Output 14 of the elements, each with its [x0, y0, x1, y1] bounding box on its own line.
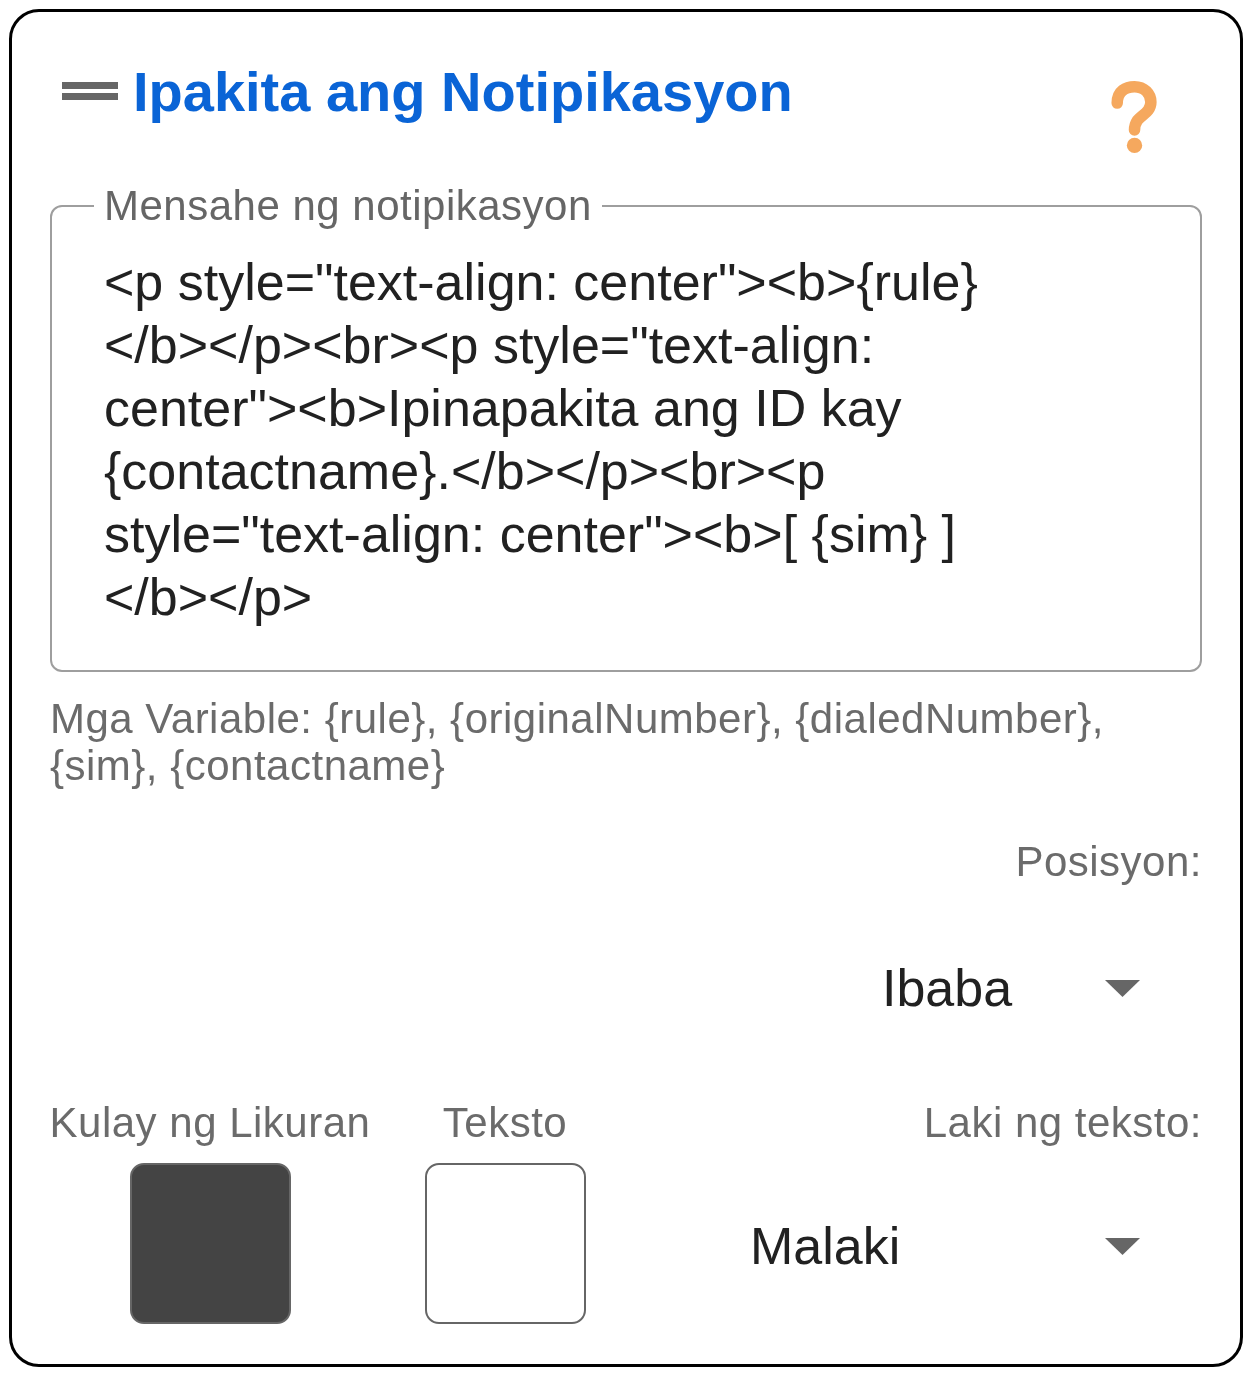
position-dropdown[interactable]: Ibaba — [870, 948, 1160, 1028]
drag-handle-icon[interactable] — [62, 82, 118, 100]
caret-icon — [1105, 1237, 1140, 1255]
caret-icon — [1105, 979, 1140, 997]
color-swatch[interactable] — [129, 1163, 291, 1324]
color-label: Kulay ng Likuran — [49, 1099, 371, 1146]
text-size-label: Laki ng teksto: — [923, 1099, 1202, 1146]
text-size-dropdown[interactable]: Malaki — [738, 1206, 1160, 1286]
position-label: Posisyon: — [1015, 838, 1202, 885]
variables-hint: Mga Variable: {rule}, {originalNumber}, {dialedNumber}, {sim}, {contactname} — [50, 695, 1105, 789]
field-label: Mensahe ng notipikasyon — [103, 182, 593, 229]
screen-title: Ipakita ang Notipikasyon — [133, 59, 793, 125]
color-label: Teksto — [442, 1099, 568, 1146]
color-swatch[interactable] — [424, 1163, 586, 1324]
